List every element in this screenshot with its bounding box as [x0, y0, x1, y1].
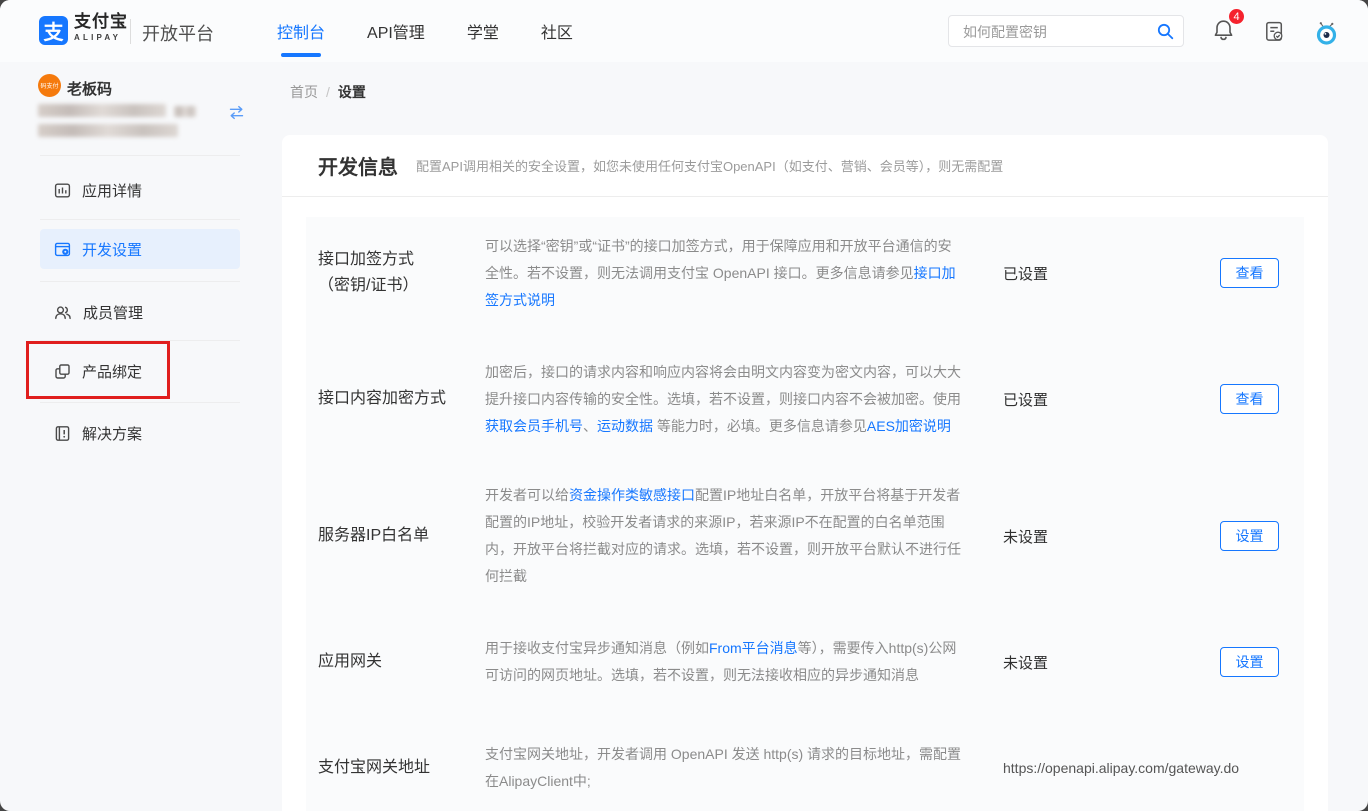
setting-description: 可以选择“密钥”或“证书”的接口加签方式，用于保障应用和开放平台通信的安全性。若…: [485, 233, 965, 314]
setting-status: 未设置: [1003, 652, 1173, 673]
redacted-app-id-line1b: [174, 106, 196, 117]
redacted-app-id-line2: [38, 124, 178, 137]
sidebar-item-label: 应用详情: [82, 180, 142, 201]
notification-badge: 4: [1228, 8, 1245, 25]
product-binding-icon: [54, 363, 71, 380]
app-avatar: 码支付: [38, 74, 61, 97]
switch-app-icon[interactable]: [228, 105, 245, 120]
nav-tab-console[interactable]: 控制台: [277, 19, 325, 43]
breadcrumb-home[interactable]: 首页: [290, 82, 318, 102]
setting-description: 开发者可以给资金操作类敏感接口配置IP地址白名单，开放平台将基于开发者配置的IP…: [485, 482, 965, 590]
sidebar-divider: [40, 281, 240, 282]
document-check-icon[interactable]: [1263, 20, 1286, 43]
inline-link[interactable]: AES加密说明: [867, 418, 951, 434]
nav-tab-api-management[interactable]: API管理: [367, 19, 425, 43]
solutions-icon: [54, 425, 71, 442]
setting-status: 已设置: [1003, 263, 1173, 284]
description-text: 支付宝网关地址，开发者调用 OpenAPI 发送 http(s) 请求的目标地址…: [485, 746, 961, 789]
browser-window: 支 支付宝 ALIPAY 开放平台 控制台 API管理 学堂 社区: [0, 0, 1368, 811]
setting-label: 接口内容加密方式: [306, 386, 485, 412]
setting-action-button[interactable]: 查看: [1220, 258, 1279, 288]
screen: 支 支付宝 ALIPAY 开放平台 控制台 API管理 学堂 社区: [0, 0, 1368, 811]
breadcrumb-current: 设置: [338, 82, 366, 102]
setting-label: 接口加签方式（密钥/证书）: [306, 247, 485, 299]
nav-tab-community[interactable]: 社区: [541, 19, 573, 43]
section-title: 开发信息: [318, 151, 398, 180]
logo-divider: [130, 19, 131, 44]
breadcrumb-separator: /: [326, 84, 330, 100]
setting-row: 支付宝网关地址支付宝网关地址，开发者调用 OpenAPI 发送 http(s) …: [306, 721, 1304, 811]
setting-row: 应用网关用于接收支付宝异步通知消息（例如From平台消息等），需要传入http(…: [306, 603, 1304, 721]
setting-action-button[interactable]: 查看: [1220, 384, 1279, 414]
section-description: 配置API调用相关的安全设置，如您未使用任何支付宝OpenAPI（如支付、营销、…: [416, 156, 1003, 175]
sidebar-divider: [40, 340, 240, 341]
app-details-icon: [54, 182, 71, 199]
inline-link[interactable]: 获取会员手机号: [485, 418, 583, 434]
brand-name-en: ALIPAY: [74, 34, 128, 42]
setting-description: 加密后，接口的请求内容和响应内容将会由明文内容变为密文内容，可以大大提升接口内容…: [485, 359, 965, 440]
main-nav: 控制台 API管理 学堂 社区: [277, 0, 573, 62]
top-bar: 支 支付宝 ALIPAY 开放平台 控制台 API管理 学堂 社区: [0, 0, 1368, 62]
setting-description: 支付宝网关地址，开发者调用 OpenAPI 发送 http(s) 请求的目标地址…: [485, 741, 965, 795]
setting-row: 接口加签方式（密钥/证书）可以选择“密钥”或“证书”的接口加签方式，用于保障应用…: [306, 217, 1304, 329]
sidebar-item-label: 解决方案: [82, 423, 142, 444]
inline-link[interactable]: 资金操作类敏感接口: [569, 487, 695, 503]
search-box: [948, 15, 1184, 47]
setting-action-button[interactable]: 设置: [1220, 647, 1279, 677]
sidebar-item-solutions[interactable]: 解决方案: [40, 411, 240, 455]
brand: 支付宝 ALIPAY: [74, 13, 128, 42]
description-text: 加密后，接口的请求内容和响应内容将会由明文内容变为密文内容，可以大大提升接口内容…: [485, 364, 961, 407]
setting-status: 已设置: [1003, 389, 1173, 410]
sidebar-item-member-management[interactable]: 成员管理: [40, 290, 240, 334]
sidebar-divider: [40, 155, 240, 156]
sidebar-divider: [40, 402, 240, 403]
description-text: 可以选择“密钥”或“证书”的接口加签方式，用于保障应用和开放平台通信的安全性。若…: [485, 238, 952, 281]
setting-label: 服务器IP白名单: [306, 523, 485, 549]
inline-link[interactable]: From平台消息: [709, 640, 798, 656]
settings-rows: 接口加签方式（密钥/证书）可以选择“密钥”或“证书”的接口加签方式，用于保障应用…: [306, 217, 1304, 811]
sidebar-item-app-details[interactable]: 应用详情: [40, 168, 240, 212]
description-text: 用于接收支付宝异步通知消息（例如: [485, 640, 709, 656]
inline-link[interactable]: 运动数据: [597, 418, 653, 434]
product-title: 开放平台: [142, 20, 214, 46]
sidebar-item-label: 开发设置: [82, 239, 142, 260]
alipay-logo-icon: 支: [39, 16, 68, 45]
setting-description: 用于接收支付宝异步通知消息（例如From平台消息等），需要传入http(s)公网…: [485, 635, 965, 689]
ant-mascot-icon[interactable]: [1313, 19, 1340, 46]
sidebar-item-product-binding[interactable]: 产品绑定: [40, 349, 240, 393]
sidebar-item-dev-settings[interactable]: 开发设置: [40, 229, 240, 269]
breadcrumb: 首页 / 设置: [290, 82, 366, 102]
redacted-app-id-line1: [38, 104, 166, 117]
setting-label: 支付宝网关地址: [306, 755, 485, 781]
setting-status: 未设置: [1003, 526, 1173, 547]
search-icon[interactable]: [1157, 23, 1174, 40]
search-input[interactable]: [961, 19, 1150, 45]
setting-row: 服务器IP白名单开发者可以给资金操作类敏感接口配置IP地址白名单，开放平台将基于…: [306, 469, 1304, 603]
description-text: 、: [583, 418, 597, 434]
description-text: 开发者可以给: [485, 487, 569, 503]
setting-action-button[interactable]: 设置: [1220, 521, 1279, 551]
card-header: 开发信息 配置API调用相关的安全设置，如您未使用任何支付宝OpenAPI（如支…: [282, 135, 1328, 197]
description-text: 等能力时，必填。更多信息请参见: [653, 418, 867, 434]
setting-row: 接口内容加密方式加密后，接口的请求内容和响应内容将会由明文内容变为密文内容，可以…: [306, 329, 1304, 469]
dev-info-card: 开发信息 配置API调用相关的安全设置，如您未使用任何支付宝OpenAPI（如支…: [282, 135, 1328, 811]
brand-name: 支付宝: [74, 13, 128, 30]
sidebar-item-label: 产品绑定: [82, 361, 142, 382]
dev-settings-icon: [54, 241, 71, 258]
gateway-url: https://openapi.alipay.com/gateway.do: [1003, 760, 1239, 776]
setting-label: 应用网关: [306, 649, 485, 675]
sidebar-item-label: 成员管理: [83, 302, 143, 323]
nav-tab-school[interactable]: 学堂: [467, 19, 499, 43]
members-icon: [54, 304, 72, 321]
sidebar-divider: [40, 219, 240, 220]
app-name: 老板码: [67, 78, 112, 99]
